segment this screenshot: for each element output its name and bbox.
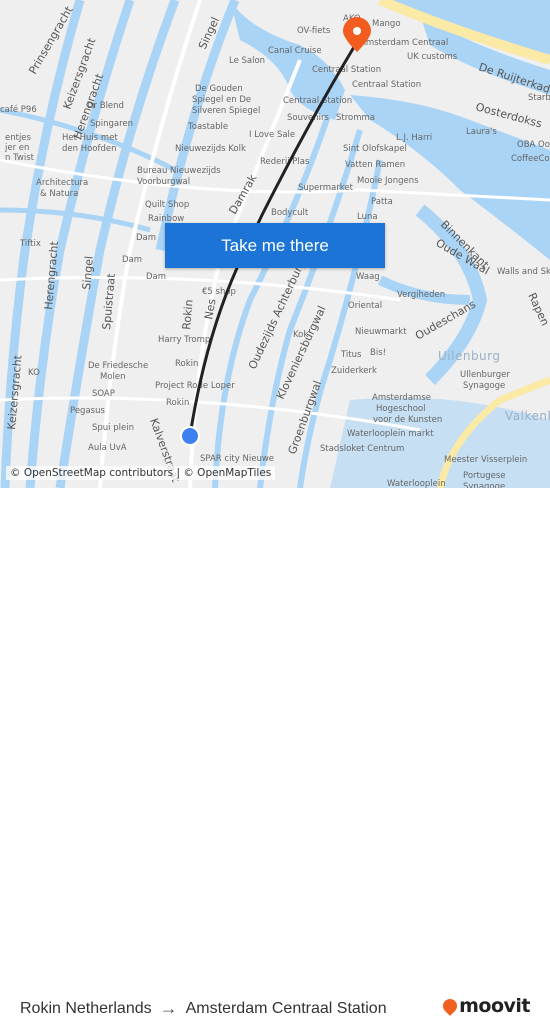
map-poi-label: Patta [371, 197, 393, 207]
map-poi-label: Vatten Ramen [345, 160, 405, 170]
map-poi-label: Voorburgwal [137, 177, 190, 187]
map-poi-label: Rokin [166, 398, 189, 408]
neighborhood-label: Valkenbu [505, 409, 550, 423]
map-poi-label: L.J. Harri [396, 133, 432, 143]
map-poi-label: Amsterdamse [372, 393, 431, 403]
map-poi-label: Rederij Plas [260, 157, 310, 167]
origin-name: Rokin Netherlands [20, 999, 152, 1017]
map-poi-label: Stromma [336, 113, 375, 123]
moovit-pin-icon [440, 996, 461, 1016]
destination-name: Amsterdam Centraal Station [185, 999, 387, 1017]
map[interactable]: OV-fietsAKOMangoAmsterdam CentraalCanal … [0, 0, 550, 488]
map-poi-label: Canal Cruise [268, 46, 322, 56]
map-poi-label: Zuiderkerk [331, 366, 377, 376]
pin-dot-icon [353, 27, 361, 35]
map-poi-label: jer en [4, 143, 29, 153]
map-poi-label: CoffeeCom [511, 154, 550, 164]
map-poi-label: Nieuwmarkt [355, 327, 407, 337]
map-poi-label: voor de Kunsten [373, 415, 442, 425]
arrow-right-icon: → [159, 998, 178, 1018]
map-poi-label: Spingaren [90, 119, 133, 129]
map-poi-label: Amsterdam Centraal [360, 38, 448, 48]
map-poi-label: Architectura [36, 178, 88, 188]
map-poi-label: Portugese [463, 471, 506, 481]
map-poi-label: Spiegel en De [192, 95, 251, 105]
map-poi-label: & Natura [40, 189, 78, 199]
map-poi-label: Bis! [370, 348, 386, 358]
map-poi-label: Sint Olofskapel [343, 144, 407, 154]
map-poi-label: Stadsloket Centrum [320, 444, 404, 454]
map-poi-label: Mooie Jongens [357, 176, 419, 186]
map-poi-label: Hogeschool [376, 404, 425, 414]
map-attribution[interactable]: © OpenStreetMap contributors | © OpenMap… [6, 466, 276, 480]
map-poi-label: Meester Visserplein [444, 455, 527, 465]
map-poi-label: Luna [357, 212, 378, 222]
map-poi-label: De Gouden [195, 84, 243, 94]
map-poi-label: Bureau Nieuwezijds [137, 166, 221, 176]
map-poi-label: Laura's [466, 127, 497, 137]
street-label: Spuistraat [100, 272, 118, 330]
street-label: Rokin [180, 299, 196, 330]
map-poi-label: Harry Tromp [158, 335, 210, 345]
map-poi-label: Rokin [175, 359, 198, 369]
map-poi-label: Nieuwezijds Kolk [175, 144, 246, 154]
street-label: Rapen [525, 291, 550, 328]
neighborhood-label: Uilenburg [438, 349, 501, 363]
map-poi-label: Souvenirs [287, 113, 329, 123]
map-poi-label: Mango [372, 19, 401, 29]
map-poi-label: Tiftix [19, 239, 41, 249]
map-poi-label: Aula UvA [88, 443, 127, 453]
map-poi-label: Dam [146, 272, 166, 282]
map-poi-label: Project Rode Loper [155, 381, 235, 391]
footer: Rokin Netherlands → Amsterdam Centraal S… [0, 488, 550, 1018]
map-poi-label: Vergiheden [397, 290, 445, 300]
map-poi-label: Centraal Station [352, 80, 421, 90]
map-poi-label: entjes [5, 133, 32, 143]
map-poi-label: Supermarket [298, 183, 354, 193]
map-poi-label: Le Salon [229, 56, 265, 66]
map-poi-label: Centraal Station [312, 65, 381, 75]
street-label: Damrak [226, 172, 259, 217]
map-poi-label: n Twist [5, 153, 35, 163]
map-poi-label: Silveren Spiegel [192, 106, 260, 116]
map-poi-label: Oriental [348, 301, 382, 311]
take-me-there-button[interactable]: Take me there [165, 223, 385, 268]
origin-marker[interactable] [180, 426, 200, 446]
map-poi-label: Molen [100, 372, 126, 382]
map-poi-label: den Hoofden [62, 144, 117, 154]
map-poi-label: Dam [136, 233, 156, 243]
map-poi-label: Bodycult [271, 208, 309, 218]
map-poi-label: Quilt Shop [145, 200, 189, 210]
map-poi-label: Pegasus [70, 406, 105, 416]
map-poi-label: €5 shop [202, 287, 236, 297]
map-poi-label: Ullenburger [460, 370, 510, 380]
map-poi-label: Spui plein [92, 423, 134, 433]
map-poi-label: OBA Oo [517, 140, 550, 150]
map-poi-label: I Love Sale [249, 130, 295, 140]
map-poi-label: café P96 [0, 104, 37, 115]
map-poi-label: Toastable [187, 122, 228, 132]
moovit-logo: moovit [440, 995, 530, 1017]
map-poi-label: OV-fiets [297, 26, 331, 36]
map-poi-label: Dam [122, 255, 142, 265]
map-poi-label: Waterlooplein [387, 479, 446, 488]
map-poi-label: Titus [340, 350, 362, 360]
map-poi-label: De Friedesche [88, 361, 148, 371]
map-poi-label: Walls and Ski [497, 267, 550, 277]
map-poi-label: Synagoge [463, 381, 505, 391]
map-poi-label: SPAR city Nieuwe [200, 454, 274, 464]
map-poi-label: KO [28, 368, 40, 378]
street-label: Nes [202, 298, 218, 321]
map-poi-label: Centraal Station [283, 96, 352, 106]
map-poi-label: Waag [356, 272, 380, 282]
route-summary: Rokin Netherlands → Amsterdam Centraal S… [20, 998, 387, 1019]
map-poi-label: SOAP [92, 389, 115, 399]
moovit-wordmark: moovit [459, 995, 530, 1017]
map-poi-label: UK customs [407, 52, 458, 62]
map-poi-label: Waterlooplein markt [347, 429, 434, 439]
